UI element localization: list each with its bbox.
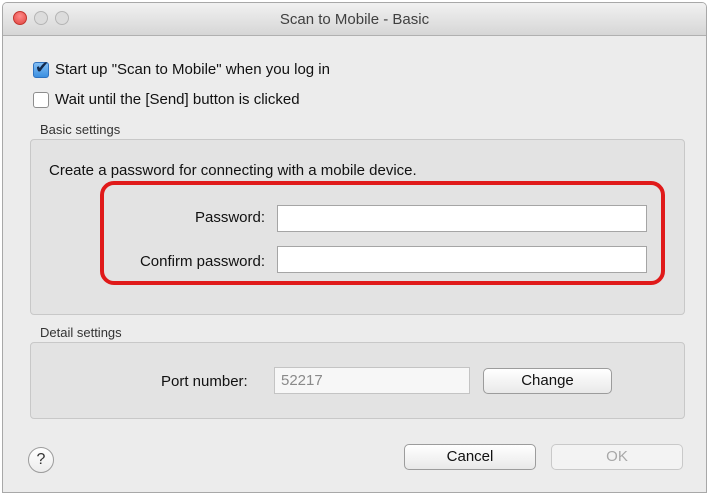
wait-send-checkbox[interactable] (33, 92, 49, 108)
password-label: Password: (194, 209, 265, 226)
basic-settings-legend: Basic settings (40, 122, 121, 137)
scan-to-mobile-dialog: Scan to Mobile - Basic ✔ Start up "Scan … (2, 2, 707, 493)
title-bar[interactable]: Scan to Mobile - Basic (3, 3, 706, 36)
change-button[interactable]: Change (483, 368, 612, 394)
confirm-password-label: Confirm password: (139, 253, 265, 270)
startup-label[interactable]: Start up "Scan to Mobile" when you log i… (55, 61, 330, 78)
port-number-label: Port number: (161, 373, 248, 390)
password-field[interactable] (277, 205, 647, 232)
confirm-password-field[interactable] (277, 246, 647, 273)
window-title: Scan to Mobile - Basic (279, 11, 430, 28)
help-icon[interactable]: ? (28, 447, 54, 473)
checkmark-icon: ✔ (35, 58, 50, 77)
cancel-button[interactable]: Cancel (404, 444, 536, 470)
ok-button: OK (551, 444, 683, 470)
wait-send-label[interactable]: Wait until the [Send] button is clicked (55, 91, 300, 108)
detail-settings-legend: Detail settings (40, 325, 122, 340)
basic-settings-description: Create a password for connecting with a … (49, 162, 417, 179)
startup-checkbox[interactable]: ✔ (33, 58, 49, 78)
port-number-field (274, 367, 470, 394)
